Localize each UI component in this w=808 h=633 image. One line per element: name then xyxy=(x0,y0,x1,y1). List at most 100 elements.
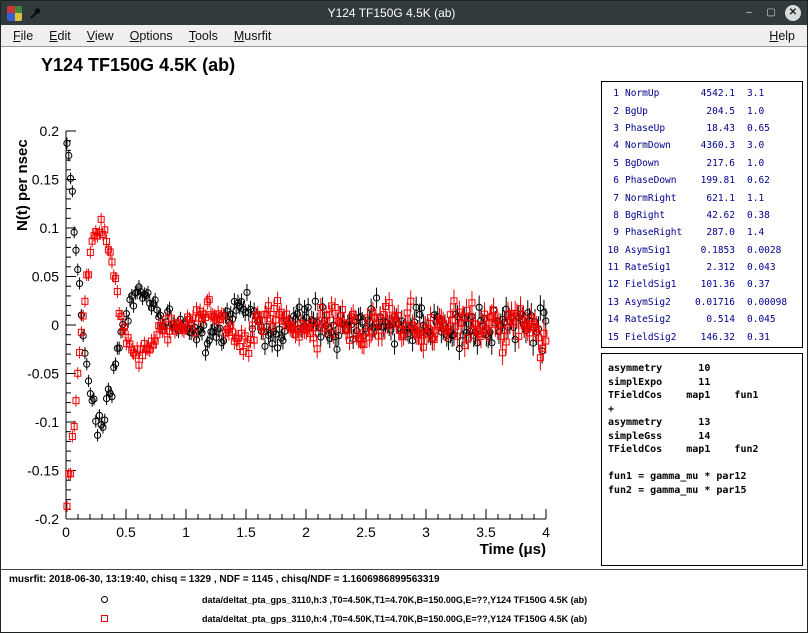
legend-text: data/deltat_pta_gps_3110,h:4 ,T0=4.50K,T… xyxy=(202,614,587,624)
theory-box: asymmetry 10simplExpo 11TFieldCos map1 f… xyxy=(601,353,803,566)
param-index: 13 xyxy=(605,297,619,308)
root-canvas: Y124 TF150G 4.5K (ab) 00.511.522.533.540… xyxy=(1,47,807,632)
svg-text:-0.05: -0.05 xyxy=(27,366,59,382)
param-row: 3PhaseUp18.430.65 xyxy=(605,120,799,137)
param-index: 10 xyxy=(605,245,619,256)
param-index: 11 xyxy=(605,262,619,273)
param-value: 42.62 xyxy=(689,210,735,221)
app-icon xyxy=(7,6,22,21)
menu-item-view[interactable]: View xyxy=(79,27,122,45)
param-row: 12 FieldSig1101.36 0.37 xyxy=(605,276,799,293)
svg-text:4: 4 xyxy=(542,524,550,540)
legend-text: data/deltat_pta_gps_3110,h:3 ,T0=4.50K,T… xyxy=(202,595,587,605)
param-row: 5 BgDown217.6 1.0 xyxy=(605,155,799,172)
param-name: AsymSig1 xyxy=(625,245,689,256)
param-index: 4 xyxy=(605,140,619,151)
param-row: 4 NormDown4360.3 3.0 xyxy=(605,137,799,154)
svg-text:3: 3 xyxy=(422,524,430,540)
param-error: 0.65 xyxy=(747,123,770,134)
param-error: 0.62 xyxy=(747,175,770,186)
theory-line: simplExpo 11 xyxy=(608,376,800,390)
param-error: 0.00098 xyxy=(747,297,787,308)
param-error: 1.1 xyxy=(747,193,764,204)
theory-line: fun2 = gamma_mu * par15 xyxy=(608,484,800,498)
pin-icon[interactable] xyxy=(28,6,42,20)
param-error: 3.1 xyxy=(747,88,764,99)
param-value: 199.81 xyxy=(689,175,735,186)
param-error: 1.0 xyxy=(747,158,764,169)
minimize-button[interactable]: – xyxy=(741,5,757,21)
status-separator xyxy=(1,569,807,570)
param-value: 4542.1 xyxy=(689,88,735,99)
param-error: 1.4 xyxy=(747,227,764,238)
param-index: 14 xyxy=(605,314,619,325)
param-row: 13 AsymSig20.01716 0.00098 xyxy=(605,294,799,311)
param-index: 2 xyxy=(605,106,619,117)
svg-text:1: 1 xyxy=(182,524,190,540)
param-error: 0.38 xyxy=(747,210,770,221)
svg-text:-0.15: -0.15 xyxy=(27,463,59,479)
menu-item-tools[interactable]: Tools xyxy=(181,27,226,45)
titlebar[interactable]: Y124 TF150G 4.5K (ab) – ▢ ✕ xyxy=(1,1,807,25)
param-row: 9PhaseRight287.01.4 xyxy=(605,224,799,241)
param-name: PhaseDown xyxy=(625,175,689,186)
param-index: 15 xyxy=(605,332,619,343)
legend-item: data/deltat_pta_gps_3110,h:3 ,T0=4.50K,T… xyxy=(1,590,807,609)
svg-text:0.15: 0.15 xyxy=(32,172,59,188)
param-name: AsymSig2 xyxy=(625,297,689,308)
param-index: 8 xyxy=(605,210,619,221)
theory-line xyxy=(608,457,800,471)
param-error: 0.045 xyxy=(747,314,776,325)
menu-item-help[interactable]: Help xyxy=(761,27,803,45)
param-error: 0.37 xyxy=(747,279,770,290)
svg-text:1.5: 1.5 xyxy=(236,524,256,540)
param-value: 217.6 xyxy=(689,158,735,169)
param-error: 0.0028 xyxy=(747,245,781,256)
param-name: FieldSig1 xyxy=(625,279,689,290)
param-index: 5 xyxy=(605,158,619,169)
svg-text:0.2: 0.2 xyxy=(40,123,60,139)
theory-line: asymmetry 13 xyxy=(608,416,800,430)
param-name: PhaseRight xyxy=(625,227,689,238)
svg-text:0: 0 xyxy=(51,317,59,333)
legend-item: data/deltat_pta_gps_3110,h:4 ,T0=4.50K,T… xyxy=(1,609,807,628)
menu-item-file[interactable]: File xyxy=(5,27,41,45)
param-index: 12 xyxy=(605,279,619,290)
plot-svg[interactable]: 00.511.522.533.540.20.150.10.050-0.05-0.… xyxy=(1,47,601,587)
param-value: 204.5 xyxy=(689,106,735,117)
param-name: FieldSig2 xyxy=(625,332,689,343)
param-row: 10AsymSig10.18530.0028 xyxy=(605,242,799,259)
close-button[interactable]: ✕ xyxy=(785,5,801,21)
param-name: RateSig2 xyxy=(625,314,689,325)
svg-text:0.5: 0.5 xyxy=(116,524,136,540)
menubar: FileEditViewOptionsToolsMusrfit Help xyxy=(1,25,807,47)
param-name: NormUp xyxy=(625,88,689,99)
svg-text:2.5: 2.5 xyxy=(356,524,376,540)
param-name: NormDown xyxy=(625,140,689,151)
legend-square-marker-icon xyxy=(101,615,108,622)
param-index: 1 xyxy=(605,88,619,99)
param-row: 6PhaseDown199.810.62 xyxy=(605,172,799,189)
param-value: 621.1 xyxy=(689,193,735,204)
param-error: 3.0 xyxy=(747,140,764,151)
param-name: BgRight xyxy=(625,210,689,221)
svg-text:N(t) per nsec: N(t) per nsec xyxy=(14,139,31,231)
menu-item-musrfit[interactable]: Musrfit xyxy=(226,27,280,45)
param-value: 4360.3 xyxy=(689,140,735,151)
maximize-button[interactable]: ▢ xyxy=(763,5,779,21)
param-row: 15FieldSig2146.320.31 xyxy=(605,328,799,345)
theory-line: TFieldCos map1 fun2 xyxy=(608,443,800,457)
theory-line: + xyxy=(608,403,800,417)
param-row: 2BgUp204.51.0 xyxy=(605,102,799,119)
menu-item-options[interactable]: Options xyxy=(122,27,181,45)
param-index: 9 xyxy=(605,227,619,238)
param-name: NormRight xyxy=(625,193,689,204)
param-value: 0.01716 xyxy=(689,297,735,308)
window-title: Y124 TF150G 4.5K (ab) xyxy=(48,6,735,20)
svg-text:Time (μs): Time (μs) xyxy=(480,541,546,558)
param-name: PhaseUp xyxy=(625,123,689,134)
param-value: 101.36 xyxy=(689,279,735,290)
menu-item-edit[interactable]: Edit xyxy=(41,27,79,45)
param-name: BgDown xyxy=(625,158,689,169)
param-name: RateSig1 xyxy=(625,262,689,273)
